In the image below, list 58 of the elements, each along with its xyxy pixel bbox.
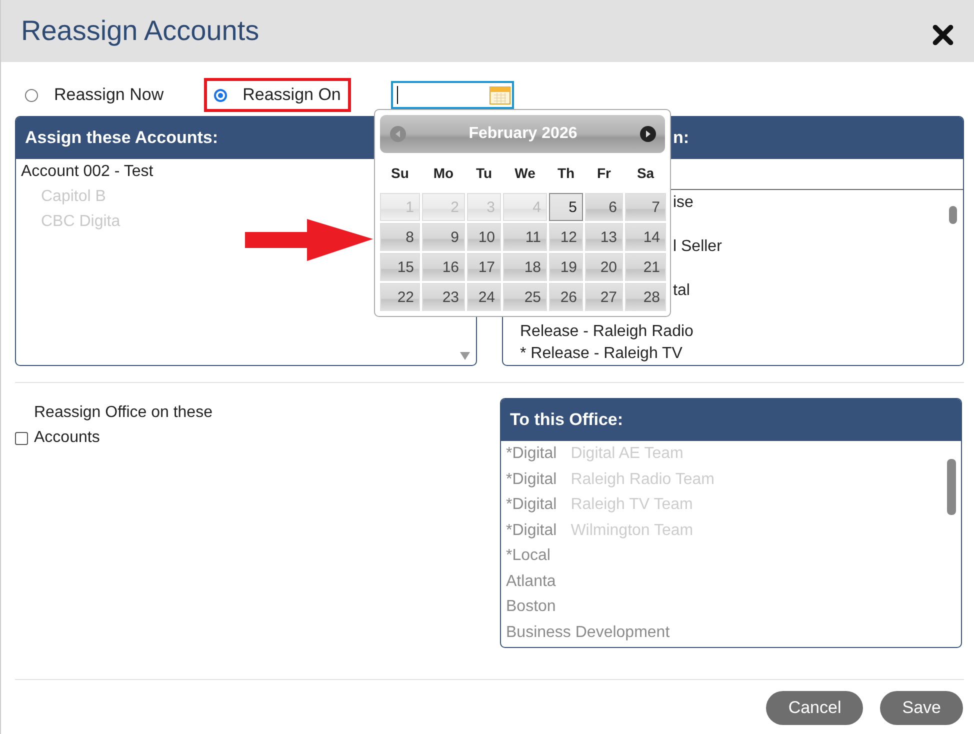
checkbox-label: Reassign Office on these Accounts xyxy=(34,403,214,448)
day-cell[interactable]: 22 xyxy=(380,283,420,311)
office-item[interactable]: Business Development xyxy=(501,620,961,645)
panel-header: To this Office: xyxy=(501,399,961,441)
day-cell[interactable]: 18 xyxy=(503,253,547,281)
weekday-label: Th xyxy=(556,164,576,183)
radio-option[interactable]: Reassign Now xyxy=(15,78,174,112)
close-icon[interactable] xyxy=(932,24,954,46)
scrollbar[interactable] xyxy=(949,206,957,224)
checkbox[interactable] xyxy=(15,432,28,445)
dialog-button[interactable]: Cancel xyxy=(766,691,864,725)
account-item[interactable]: Account 002 - Test xyxy=(21,159,154,184)
radio-option[interactable]: Reassign On xyxy=(204,78,351,112)
day-cell[interactable]: 8 xyxy=(380,223,420,251)
day-cell[interactable]: 16 xyxy=(422,253,465,281)
day-cell[interactable]: 9 xyxy=(422,223,465,251)
office-item[interactable]: *Local xyxy=(501,543,961,568)
list-item[interactable]: tal xyxy=(673,280,690,301)
day-cell[interactable]: 25 xyxy=(503,283,547,311)
day-cell[interactable]: 19 xyxy=(549,253,583,281)
day-cell[interactable]: 11 xyxy=(503,223,547,251)
weekday-label: Fr xyxy=(596,164,612,183)
list-item[interactable]: Release - Raleigh Radio xyxy=(520,321,694,342)
office-item[interactable]: Atlanta xyxy=(501,568,961,594)
weekday-label: Mo xyxy=(432,164,455,183)
day-cell[interactable]: 13 xyxy=(585,223,623,251)
calendar-icon[interactable] xyxy=(488,85,511,105)
day-cell[interactable]: 12 xyxy=(549,223,583,251)
previous-icon[interactable] xyxy=(390,126,406,142)
day-cell[interactable]: 24 xyxy=(467,283,501,311)
office-option[interactable]: Reassign Office on these Accounts xyxy=(15,400,500,450)
scroll-down-icon[interactable] xyxy=(460,352,470,360)
day-cell[interactable]: 27 xyxy=(585,283,623,311)
weekday-label: We xyxy=(514,164,536,183)
day-cell[interactable]: 28 xyxy=(625,283,666,311)
arrow-icon xyxy=(245,219,373,261)
list-item[interactable]: * Release - Raleigh TV xyxy=(520,343,682,364)
day-cell[interactable]: 17 xyxy=(467,253,501,281)
list-item[interactable]: l Seller xyxy=(673,236,722,257)
scrollbar[interactable] xyxy=(947,459,956,515)
weekday-label: Sa xyxy=(636,164,656,183)
window-title: Reassign Accounts xyxy=(21,15,260,47)
day-cell[interactable]: 6 xyxy=(585,193,623,221)
day-cell[interactable]: 7 xyxy=(625,193,666,221)
day-cell[interactable]: 21 xyxy=(625,253,666,281)
office-item[interactable]: Boston xyxy=(501,594,961,620)
day-cell[interactable]: 10 xyxy=(467,223,501,251)
day-cell[interactable]: 14 xyxy=(625,223,666,251)
list-item[interactable]: ise xyxy=(673,192,694,213)
day-cell[interactable]: 20 xyxy=(585,253,623,281)
day-cell[interactable]: 23 xyxy=(422,283,465,311)
day-cell[interactable]: 15 xyxy=(380,253,420,281)
day-cell[interactable]: 5 xyxy=(549,193,583,221)
next-icon[interactable] xyxy=(640,126,656,142)
dialog-button[interactable]: Save xyxy=(880,691,963,725)
weekday-label: Tu xyxy=(474,164,494,183)
weekday-label: Su xyxy=(390,164,410,183)
day-cell[interactable]: 26 xyxy=(549,283,583,311)
